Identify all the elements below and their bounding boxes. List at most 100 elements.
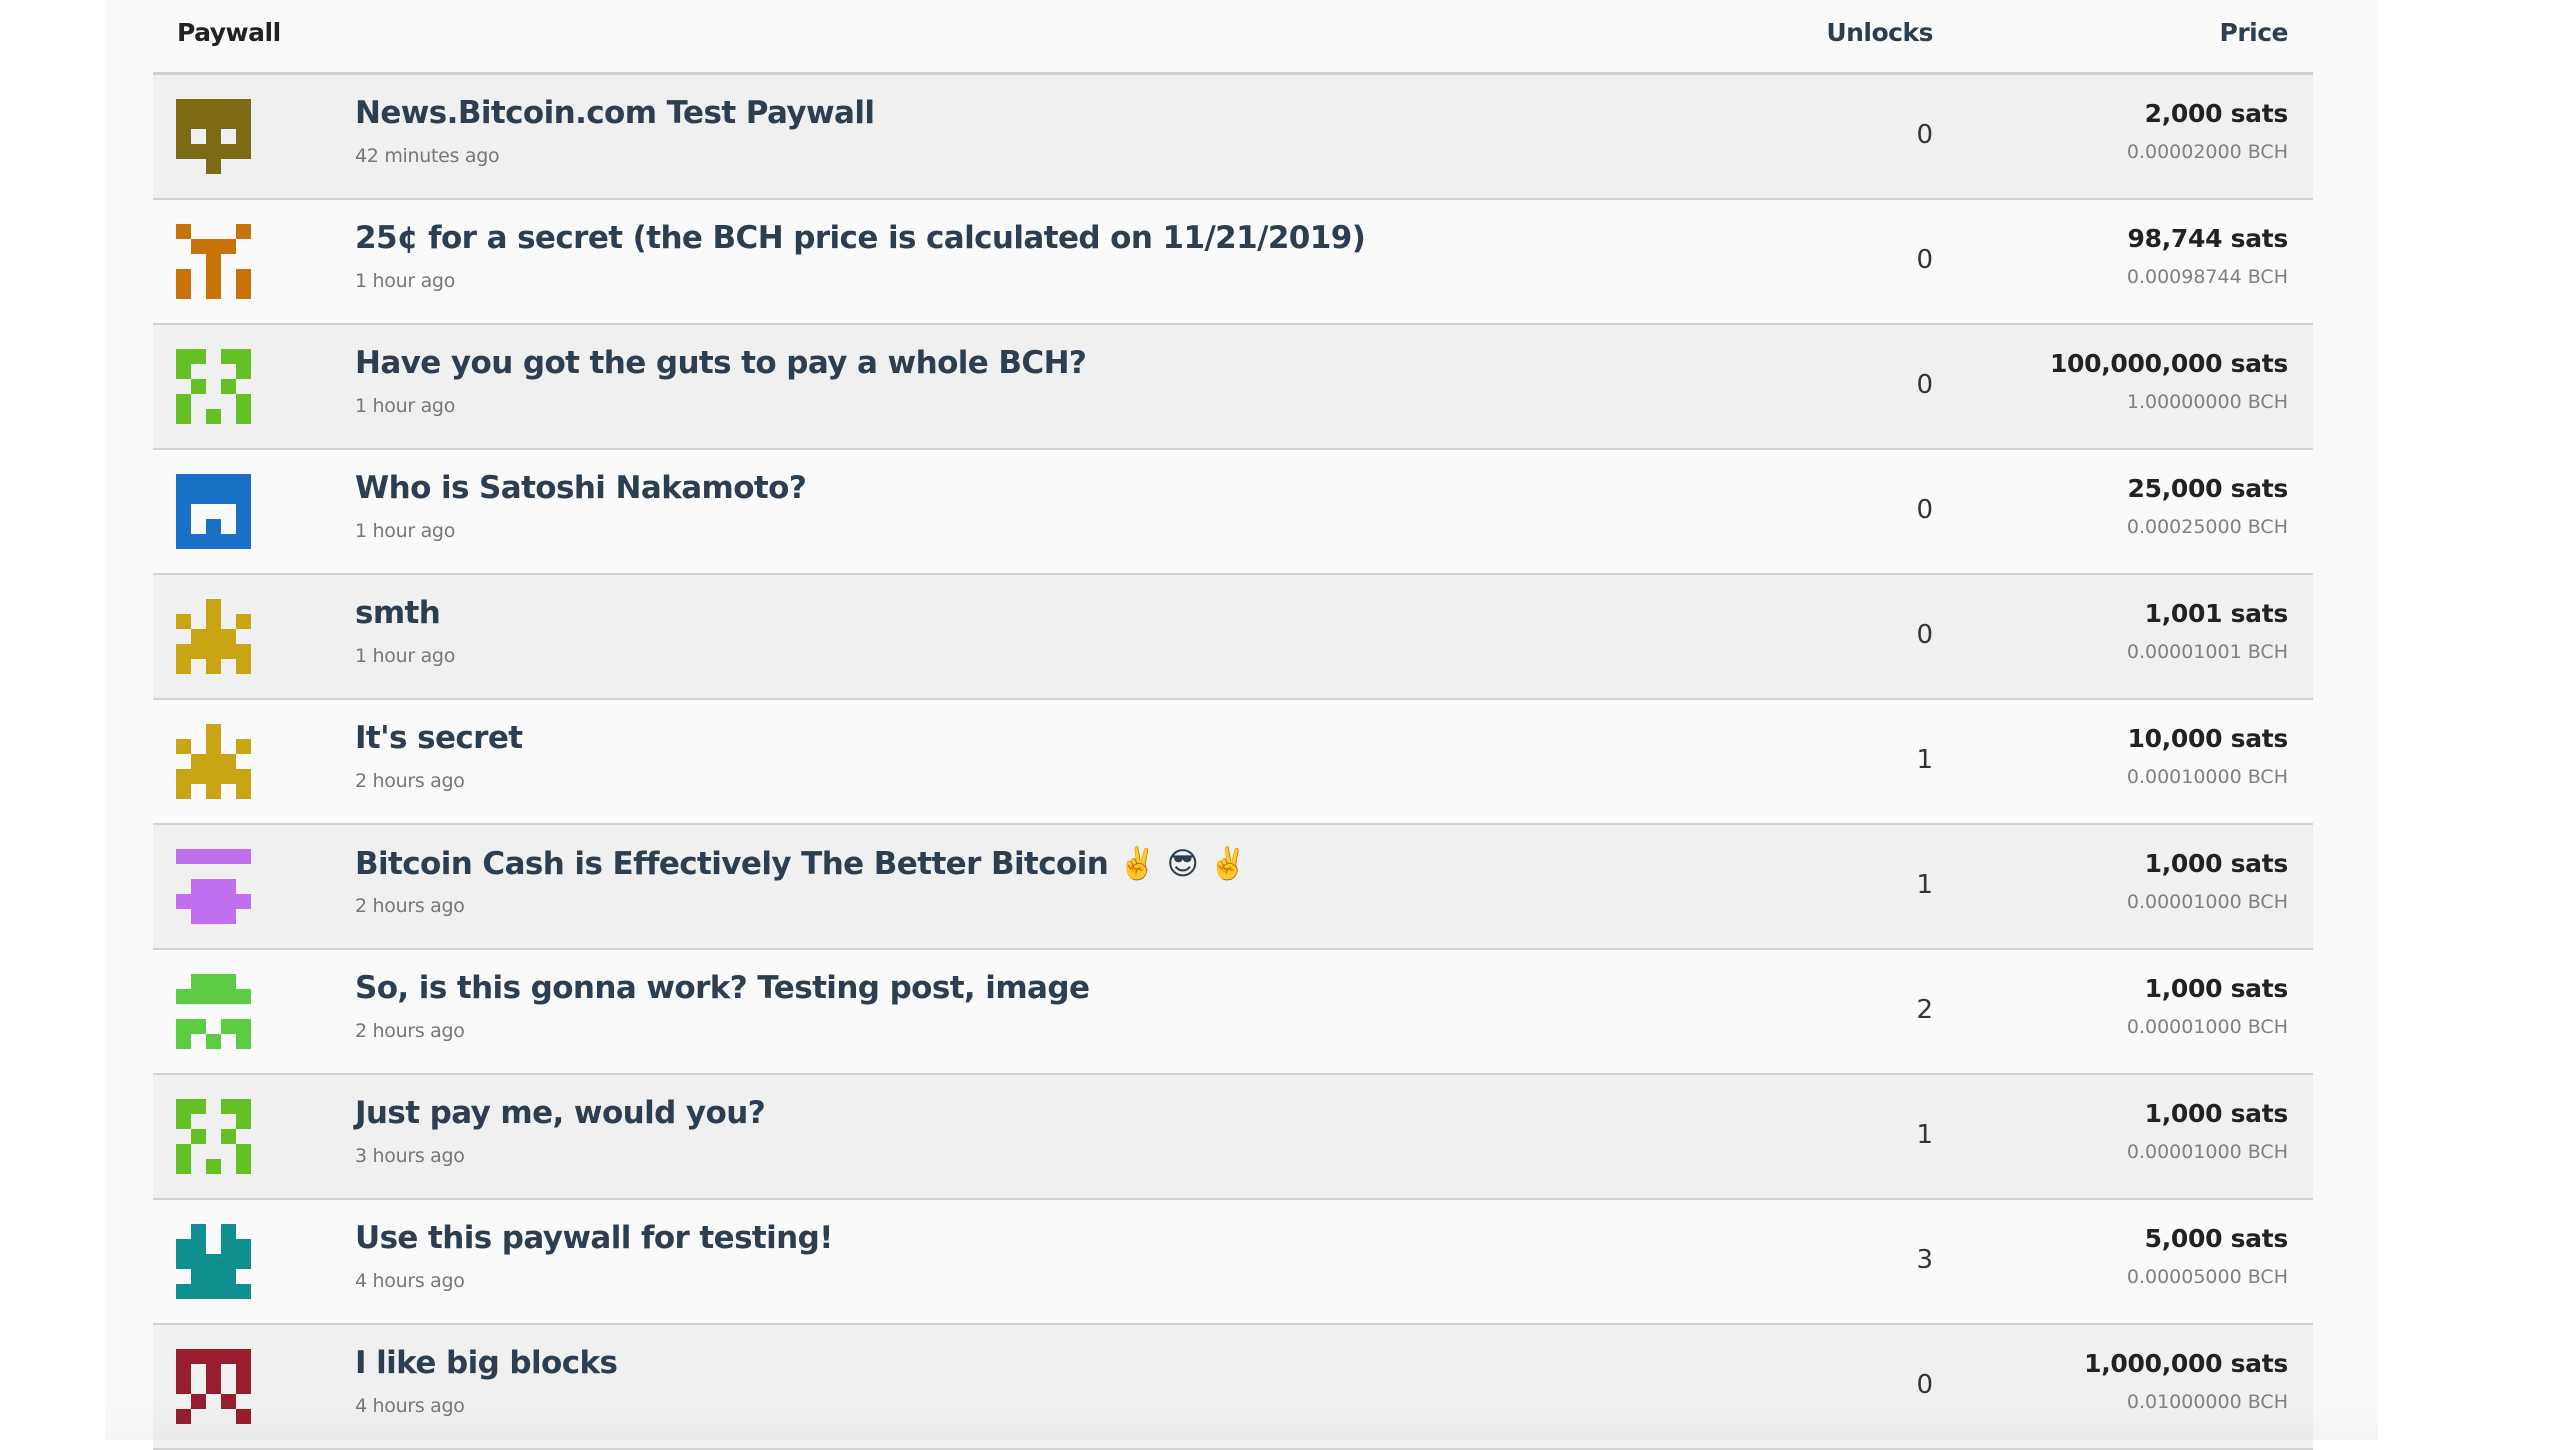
paywall-title-link[interactable]: Use this paywall for testing! — [355, 1220, 833, 1256]
identicon-cell — [236, 129, 251, 144]
identicon-cell — [236, 284, 251, 299]
identicon-cell — [206, 739, 221, 754]
column-header-price[interactable]: Price — [2220, 18, 2289, 47]
table-row[interactable]: So, is this gonna work? Testing post, im… — [153, 950, 2313, 1075]
identicon-cell — [221, 504, 236, 519]
identicon-cell — [221, 1224, 236, 1239]
paywall-title-link[interactable]: Have you got the guts to pay a whole BCH… — [355, 345, 1087, 381]
table-row[interactable]: Bitcoin Cash is Effectively The Better B… — [153, 825, 2313, 950]
identicon-cell — [236, 599, 251, 614]
identicon-cell — [206, 159, 221, 174]
table-row[interactable]: 25¢ for a secret (the BCH price is calcu… — [153, 200, 2313, 325]
table-row[interactable]: smth 1 hour ago 0 1,001 sats 0.00001001 … — [153, 575, 2313, 700]
paywall-title-link[interactable]: I like big blocks — [355, 1345, 618, 1381]
identicon-cell — [236, 349, 251, 364]
identicon-cell — [176, 724, 191, 739]
identicon-cell — [176, 1239, 191, 1254]
identicon-cell — [236, 409, 251, 424]
identicon-avatar-icon — [176, 849, 251, 924]
paywall-title-link[interactable]: Just pay me, would you? — [355, 1095, 766, 1131]
paywall-title-link[interactable]: smth — [355, 595, 441, 631]
paywall-title-link[interactable]: It's secret — [355, 720, 523, 756]
identicon-cell — [191, 1004, 206, 1019]
identicon-cell — [221, 909, 236, 924]
paywall-title-link[interactable]: Who is Satoshi Nakamoto? — [355, 470, 807, 506]
identicon-cell — [176, 879, 191, 894]
identicon-cell — [176, 349, 191, 364]
identicon-cell — [206, 1019, 221, 1034]
column-header-paywall[interactable]: Paywall — [177, 18, 281, 47]
identicon-cell — [191, 284, 206, 299]
identicon-cell — [176, 769, 191, 784]
identicon-cell — [206, 504, 221, 519]
identicon-cell — [176, 254, 191, 269]
paywall-title-link[interactable]: Bitcoin Cash is Effectively The Better B… — [355, 845, 1247, 882]
identicon-cell — [191, 144, 206, 159]
paywall-title-link[interactable]: So, is this gonna work? Testing post, im… — [355, 970, 1090, 1006]
identicon-cell — [176, 504, 191, 519]
identicon-cell — [206, 364, 221, 379]
identicon-cell — [206, 1159, 221, 1174]
identicon-cell — [221, 1034, 236, 1049]
price-sats: 100,000,000 sats — [2049, 349, 2288, 378]
identicon-cell — [206, 1379, 221, 1394]
identicon-cell — [221, 519, 236, 534]
identicon-cell — [206, 99, 221, 114]
price-bch: 0.00001001 BCH — [2126, 641, 2288, 663]
identicon-cell — [206, 129, 221, 144]
paywall-title-link[interactable]: 25¢ for a secret (the BCH price is calcu… — [355, 220, 1366, 256]
identicon-cell — [236, 269, 251, 284]
identicon-cell — [191, 989, 206, 1004]
identicon-cell — [176, 1394, 191, 1409]
identicon-cell — [176, 1034, 191, 1049]
paywall-timestamp: 2 hours ago — [355, 895, 465, 917]
identicon-cell — [236, 989, 251, 1004]
identicon-cell — [176, 269, 191, 284]
identicon-cell — [206, 849, 221, 864]
identicon-cell — [221, 224, 236, 239]
table-row[interactable]: Use this paywall for testing! 4 hours ag… — [153, 1200, 2313, 1325]
table-row[interactable]: It's secret 2 hours ago 1 10,000 sats 0.… — [153, 700, 2313, 825]
identicon-cell — [221, 754, 236, 769]
identicon-cell — [176, 394, 191, 409]
identicon-cell — [236, 224, 251, 239]
paywall-list-panel: Paywall Unlocks Price News.Bitcoin.com T… — [105, 0, 2378, 1450]
identicon-cell — [191, 159, 206, 174]
identicon-cell — [206, 629, 221, 644]
table-row[interactable]: Have you got the guts to pay a whole BCH… — [153, 325, 2313, 450]
identicon-cell — [191, 769, 206, 784]
price-sats: 1,001 sats — [2144, 599, 2289, 628]
identicon-cell — [221, 1239, 236, 1254]
price-sats: 1,000,000 sats — [2084, 1349, 2288, 1378]
identicon-cell — [221, 99, 236, 114]
price-sats: 98,744 sats — [2127, 224, 2289, 253]
identicon-cell — [176, 1004, 191, 1019]
identicon-cell — [206, 144, 221, 159]
identicon-cell — [236, 364, 251, 379]
identicon-cell — [191, 739, 206, 754]
paywall-title-link[interactable]: News.Bitcoin.com Test Paywall — [355, 95, 875, 131]
paywall-timestamp: 42 minutes ago — [355, 145, 500, 167]
identicon-cell — [206, 879, 221, 894]
identicon-cell — [176, 144, 191, 159]
identicon-cell — [236, 519, 251, 534]
identicon-cell — [191, 1129, 206, 1144]
identicon-cell — [236, 394, 251, 409]
table-row[interactable]: Just pay me, would you? 3 hours ago 1 1,… — [153, 1075, 2313, 1200]
identicon-cell — [206, 1284, 221, 1299]
table-row[interactable]: I like big blocks 4 hours ago 0 1,000,00… — [153, 1325, 2313, 1450]
identicon-cell — [236, 849, 251, 864]
identicon-cell — [236, 644, 251, 659]
price-bch: 0.00001000 BCH — [2126, 1016, 2288, 1038]
table-row[interactable]: Who is Satoshi Nakamoto? 1 hour ago 0 25… — [153, 450, 2313, 575]
table-row[interactable]: News.Bitcoin.com Test Paywall 42 minutes… — [153, 75, 2313, 200]
identicon-cell — [176, 989, 191, 1004]
identicon-cell — [236, 1144, 251, 1159]
paywall-timestamp: 1 hour ago — [355, 395, 456, 417]
identicon-cell — [221, 1379, 236, 1394]
identicon-cell — [176, 1284, 191, 1299]
identicon-cell — [191, 1254, 206, 1269]
column-header-unlocks[interactable]: Unlocks — [1826, 18, 1933, 47]
identicon-cell — [221, 879, 236, 894]
identicon-cell — [236, 489, 251, 504]
